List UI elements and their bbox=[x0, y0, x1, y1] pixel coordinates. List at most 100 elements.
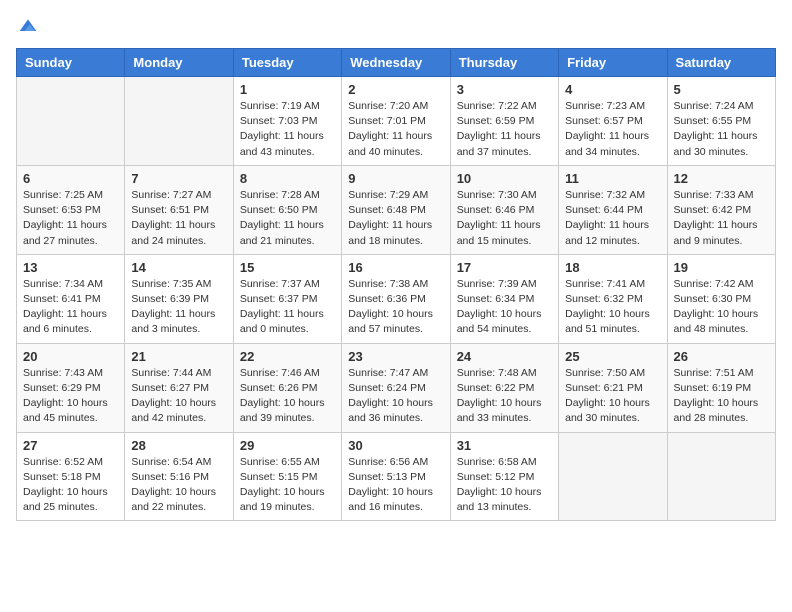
calendar-cell: 4 Sunrise: 7:23 AM Sunset: 6:57 PM Dayli… bbox=[559, 77, 667, 166]
calendar-cell: 31 Sunrise: 6:58 AM Sunset: 5:12 PM Dayl… bbox=[450, 432, 558, 521]
calendar-header-row: SundayMondayTuesdayWednesdayThursdayFrid… bbox=[17, 49, 776, 77]
calendar-cell bbox=[667, 432, 775, 521]
day-header-wednesday: Wednesday bbox=[342, 49, 450, 77]
calendar-cell: 12 Sunrise: 7:33 AM Sunset: 6:42 PM Dayl… bbox=[667, 165, 775, 254]
day-info: Sunrise: 6:56 AM Sunset: 5:13 PM Dayligh… bbox=[348, 455, 443, 516]
calendar-cell: 15 Sunrise: 7:37 AM Sunset: 6:37 PM Dayl… bbox=[233, 254, 341, 343]
calendar-cell: 29 Sunrise: 6:55 AM Sunset: 5:15 PM Dayl… bbox=[233, 432, 341, 521]
calendar-week-row: 20 Sunrise: 7:43 AM Sunset: 6:29 PM Dayl… bbox=[17, 343, 776, 432]
calendar-cell: 28 Sunrise: 6:54 AM Sunset: 5:16 PM Dayl… bbox=[125, 432, 233, 521]
day-number: 3 bbox=[457, 82, 552, 97]
calendar-cell: 3 Sunrise: 7:22 AM Sunset: 6:59 PM Dayli… bbox=[450, 77, 558, 166]
day-number: 13 bbox=[23, 260, 118, 275]
day-number: 25 bbox=[565, 349, 660, 364]
calendar-cell: 2 Sunrise: 7:20 AM Sunset: 7:01 PM Dayli… bbox=[342, 77, 450, 166]
day-number: 18 bbox=[565, 260, 660, 275]
calendar-cell bbox=[17, 77, 125, 166]
day-info: Sunrise: 6:55 AM Sunset: 5:15 PM Dayligh… bbox=[240, 455, 335, 516]
day-info: Sunrise: 7:48 AM Sunset: 6:22 PM Dayligh… bbox=[457, 366, 552, 427]
calendar-cell: 7 Sunrise: 7:27 AM Sunset: 6:51 PM Dayli… bbox=[125, 165, 233, 254]
day-info: Sunrise: 7:34 AM Sunset: 6:41 PM Dayligh… bbox=[23, 277, 118, 338]
calendar-cell: 22 Sunrise: 7:46 AM Sunset: 6:26 PM Dayl… bbox=[233, 343, 341, 432]
day-number: 29 bbox=[240, 438, 335, 453]
day-info: Sunrise: 7:37 AM Sunset: 6:37 PM Dayligh… bbox=[240, 277, 335, 338]
day-info: Sunrise: 7:51 AM Sunset: 6:19 PM Dayligh… bbox=[674, 366, 769, 427]
day-info: Sunrise: 6:52 AM Sunset: 5:18 PM Dayligh… bbox=[23, 455, 118, 516]
day-header-sunday: Sunday bbox=[17, 49, 125, 77]
day-info: Sunrise: 7:22 AM Sunset: 6:59 PM Dayligh… bbox=[457, 99, 552, 160]
day-info: Sunrise: 7:30 AM Sunset: 6:46 PM Dayligh… bbox=[457, 188, 552, 249]
day-number: 14 bbox=[131, 260, 226, 275]
logo bbox=[16, 16, 38, 36]
day-number: 19 bbox=[674, 260, 769, 275]
day-number: 22 bbox=[240, 349, 335, 364]
day-number: 28 bbox=[131, 438, 226, 453]
day-info: Sunrise: 7:24 AM Sunset: 6:55 PM Dayligh… bbox=[674, 99, 769, 160]
calendar-cell: 14 Sunrise: 7:35 AM Sunset: 6:39 PM Dayl… bbox=[125, 254, 233, 343]
calendar-cell: 8 Sunrise: 7:28 AM Sunset: 6:50 PM Dayli… bbox=[233, 165, 341, 254]
day-header-tuesday: Tuesday bbox=[233, 49, 341, 77]
day-header-friday: Friday bbox=[559, 49, 667, 77]
calendar-week-row: 1 Sunrise: 7:19 AM Sunset: 7:03 PM Dayli… bbox=[17, 77, 776, 166]
calendar-cell: 16 Sunrise: 7:38 AM Sunset: 6:36 PM Dayl… bbox=[342, 254, 450, 343]
calendar-cell: 11 Sunrise: 7:32 AM Sunset: 6:44 PM Dayl… bbox=[559, 165, 667, 254]
day-number: 16 bbox=[348, 260, 443, 275]
day-info: Sunrise: 7:29 AM Sunset: 6:48 PM Dayligh… bbox=[348, 188, 443, 249]
day-number: 7 bbox=[131, 171, 226, 186]
day-number: 9 bbox=[348, 171, 443, 186]
day-number: 4 bbox=[565, 82, 660, 97]
calendar-cell: 6 Sunrise: 7:25 AM Sunset: 6:53 PM Dayli… bbox=[17, 165, 125, 254]
calendar-cell: 1 Sunrise: 7:19 AM Sunset: 7:03 PM Dayli… bbox=[233, 77, 341, 166]
day-number: 20 bbox=[23, 349, 118, 364]
day-info: Sunrise: 6:54 AM Sunset: 5:16 PM Dayligh… bbox=[131, 455, 226, 516]
day-number: 31 bbox=[457, 438, 552, 453]
day-info: Sunrise: 7:50 AM Sunset: 6:21 PM Dayligh… bbox=[565, 366, 660, 427]
calendar-cell: 17 Sunrise: 7:39 AM Sunset: 6:34 PM Dayl… bbox=[450, 254, 558, 343]
calendar-cell: 20 Sunrise: 7:43 AM Sunset: 6:29 PM Dayl… bbox=[17, 343, 125, 432]
calendar-cell: 24 Sunrise: 7:48 AM Sunset: 6:22 PM Dayl… bbox=[450, 343, 558, 432]
day-number: 11 bbox=[565, 171, 660, 186]
day-info: Sunrise: 7:41 AM Sunset: 6:32 PM Dayligh… bbox=[565, 277, 660, 338]
day-info: Sunrise: 7:20 AM Sunset: 7:01 PM Dayligh… bbox=[348, 99, 443, 160]
day-info: Sunrise: 7:38 AM Sunset: 6:36 PM Dayligh… bbox=[348, 277, 443, 338]
calendar-cell: 18 Sunrise: 7:41 AM Sunset: 6:32 PM Dayl… bbox=[559, 254, 667, 343]
day-info: Sunrise: 7:35 AM Sunset: 6:39 PM Dayligh… bbox=[131, 277, 226, 338]
calendar-cell: 13 Sunrise: 7:34 AM Sunset: 6:41 PM Dayl… bbox=[17, 254, 125, 343]
day-header-saturday: Saturday bbox=[667, 49, 775, 77]
day-info: Sunrise: 6:58 AM Sunset: 5:12 PM Dayligh… bbox=[457, 455, 552, 516]
page-header bbox=[16, 16, 776, 36]
calendar-cell: 9 Sunrise: 7:29 AM Sunset: 6:48 PM Dayli… bbox=[342, 165, 450, 254]
day-info: Sunrise: 7:23 AM Sunset: 6:57 PM Dayligh… bbox=[565, 99, 660, 160]
day-info: Sunrise: 7:27 AM Sunset: 6:51 PM Dayligh… bbox=[131, 188, 226, 249]
day-number: 15 bbox=[240, 260, 335, 275]
day-number: 17 bbox=[457, 260, 552, 275]
day-number: 12 bbox=[674, 171, 769, 186]
day-number: 8 bbox=[240, 171, 335, 186]
day-number: 10 bbox=[457, 171, 552, 186]
day-number: 6 bbox=[23, 171, 118, 186]
calendar-cell: 21 Sunrise: 7:44 AM Sunset: 6:27 PM Dayl… bbox=[125, 343, 233, 432]
calendar-cell bbox=[125, 77, 233, 166]
day-number: 30 bbox=[348, 438, 443, 453]
day-number: 24 bbox=[457, 349, 552, 364]
day-number: 5 bbox=[674, 82, 769, 97]
day-header-thursday: Thursday bbox=[450, 49, 558, 77]
day-info: Sunrise: 7:33 AM Sunset: 6:42 PM Dayligh… bbox=[674, 188, 769, 249]
day-info: Sunrise: 7:47 AM Sunset: 6:24 PM Dayligh… bbox=[348, 366, 443, 427]
day-number: 27 bbox=[23, 438, 118, 453]
day-info: Sunrise: 7:32 AM Sunset: 6:44 PM Dayligh… bbox=[565, 188, 660, 249]
calendar-cell: 30 Sunrise: 6:56 AM Sunset: 5:13 PM Dayl… bbox=[342, 432, 450, 521]
day-info: Sunrise: 7:44 AM Sunset: 6:27 PM Dayligh… bbox=[131, 366, 226, 427]
calendar-cell: 26 Sunrise: 7:51 AM Sunset: 6:19 PM Dayl… bbox=[667, 343, 775, 432]
calendar-cell: 23 Sunrise: 7:47 AM Sunset: 6:24 PM Dayl… bbox=[342, 343, 450, 432]
day-info: Sunrise: 7:43 AM Sunset: 6:29 PM Dayligh… bbox=[23, 366, 118, 427]
calendar-cell: 10 Sunrise: 7:30 AM Sunset: 6:46 PM Dayl… bbox=[450, 165, 558, 254]
day-number: 2 bbox=[348, 82, 443, 97]
calendar-cell: 25 Sunrise: 7:50 AM Sunset: 6:21 PM Dayl… bbox=[559, 343, 667, 432]
day-info: Sunrise: 7:39 AM Sunset: 6:34 PM Dayligh… bbox=[457, 277, 552, 338]
calendar-cell: 27 Sunrise: 6:52 AM Sunset: 5:18 PM Dayl… bbox=[17, 432, 125, 521]
day-info: Sunrise: 7:19 AM Sunset: 7:03 PM Dayligh… bbox=[240, 99, 335, 160]
day-number: 23 bbox=[348, 349, 443, 364]
calendar-cell: 5 Sunrise: 7:24 AM Sunset: 6:55 PM Dayli… bbox=[667, 77, 775, 166]
logo-icon bbox=[18, 16, 38, 36]
